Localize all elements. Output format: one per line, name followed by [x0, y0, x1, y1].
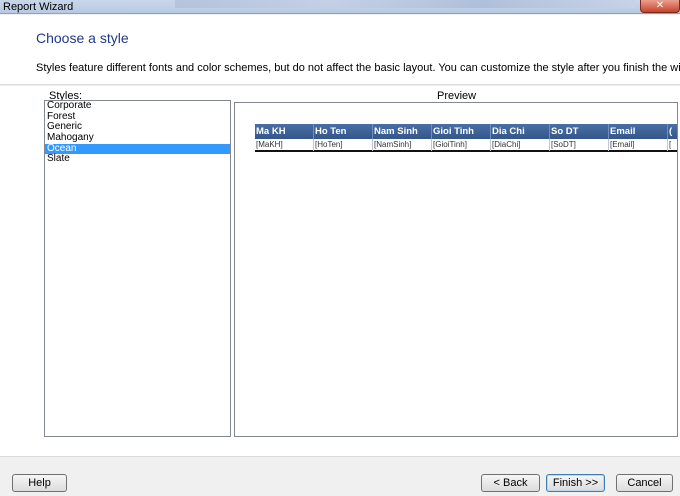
title-bar: Report Wizard ✕ — [0, 0, 680, 14]
window-title: Report Wizard — [3, 1, 74, 13]
style-item-ocean[interactable]: Ocean — [45, 143, 230, 155]
close-button[interactable]: ✕ — [640, 0, 680, 13]
preview-data-cell: [ — [668, 139, 677, 151]
preview-data-cell: [NamSinh] — [373, 139, 432, 151]
back-button[interactable]: < Back — [481, 474, 540, 492]
preview-header-cell: Nam Sinh — [373, 124, 432, 139]
preview-panel: Ma KH Ho Ten Nam Sinh Gioi Tinh Dia Chi … — [234, 102, 678, 437]
preview-header-cell: Gioi Tinh — [432, 124, 491, 139]
preview-data-cell: [SoDT] — [550, 139, 609, 151]
page-title: Choose a style — [36, 30, 129, 46]
preview-data-row: [MaKH] [HoTen] [NamSinh] [GioiTinh] [Dia… — [255, 139, 677, 152]
preview-header-row: Ma KH Ho Ten Nam Sinh Gioi Tinh Dia Chi … — [255, 124, 677, 139]
wizard-body: Styles: Corporate Forest Generic Mahogan… — [0, 86, 680, 456]
preview-header-cell: Ma KH — [255, 124, 314, 139]
preview-data-cell: [Email] — [609, 139, 668, 151]
preview-header-cell: Ho Ten — [314, 124, 373, 139]
preview-header-cell: So DT — [550, 124, 609, 139]
preview-data-cell: [MaKH] — [255, 139, 314, 151]
preview-data-cell: [DiaChi] — [491, 139, 550, 151]
wizard-header: Choose a style Styles feature different … — [0, 15, 680, 85]
styles-listbox[interactable]: Corporate Forest Generic Mahogany Ocean … — [44, 100, 231, 437]
page-description: Styles feature different fonts and color… — [36, 62, 680, 74]
help-button[interactable]: Help — [12, 474, 67, 492]
title-bar-background — [175, 0, 635, 8]
preview-data-cell: [GioiTinh] — [432, 139, 491, 151]
style-item-slate[interactable]: Slate — [45, 154, 230, 165]
finish-button[interactable]: Finish >> — [546, 474, 605, 492]
preview-header-cell: Dia Chi — [491, 124, 550, 139]
cancel-button[interactable]: Cancel — [616, 474, 673, 492]
preview-label: Preview — [437, 90, 477, 102]
preview-data-cell: [HoTen] — [314, 139, 373, 151]
wizard-footer: Help < Back Finish >> Cancel — [0, 456, 680, 496]
preview-header-cell: Email — [609, 124, 668, 139]
preview-header-cell: ( — [668, 124, 677, 139]
